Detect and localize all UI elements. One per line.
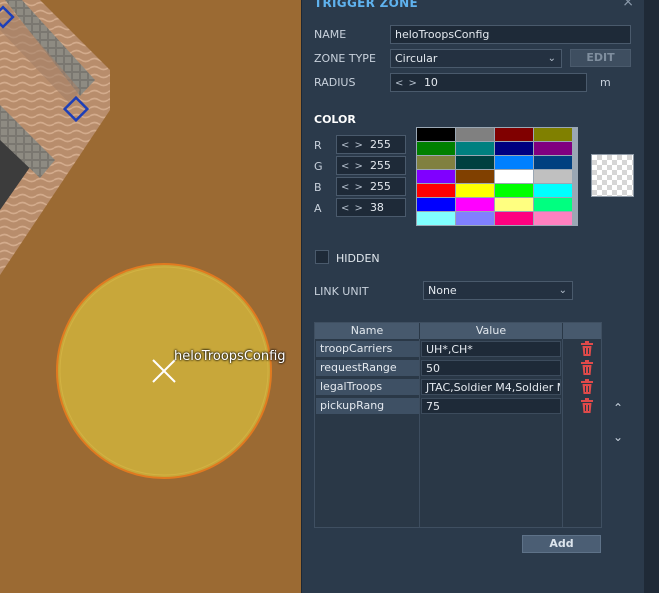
- color-swatch[interactable]: [534, 142, 572, 155]
- color-section-title: COLOR: [314, 113, 356, 126]
- column-header-name: Name: [315, 323, 420, 339]
- color-r-stepper[interactable]: < > 255: [336, 135, 406, 154]
- color-swatch[interactable]: [534, 128, 572, 141]
- trash-icon[interactable]: [580, 379, 594, 394]
- table-row[interactable]: requestRange 50: [315, 359, 601, 376]
- trash-icon[interactable]: [580, 398, 594, 413]
- color-swatch[interactable]: [417, 212, 455, 225]
- color-swatch[interactable]: [456, 198, 494, 211]
- color-swatch[interactable]: [495, 128, 533, 141]
- color-swatch[interactable]: [495, 156, 533, 169]
- hidden-label: HIDDEN: [336, 252, 380, 265]
- color-swatch[interactable]: [456, 170, 494, 183]
- color-swatch[interactable]: [456, 184, 494, 197]
- color-swatch[interactable]: [417, 128, 455, 141]
- row-value-cell[interactable]: 50: [421, 360, 561, 376]
- panel-title: TRIGGER ZONE: [314, 0, 418, 10]
- color-swatch[interactable]: [456, 156, 494, 169]
- radius-stepper[interactable]: < > 10: [390, 73, 587, 92]
- color-a-value: 38: [369, 201, 384, 214]
- color-a-label: A: [314, 202, 322, 215]
- chevron-down-icon: ⌄: [558, 285, 567, 296]
- stepper-arrows-icon[interactable]: < >: [341, 182, 364, 193]
- color-r-label: R: [314, 139, 322, 152]
- row-name-cell[interactable]: legalTroops: [316, 379, 419, 395]
- color-b-stepper[interactable]: < > 255: [336, 177, 406, 196]
- color-swatch[interactable]: [456, 128, 494, 141]
- add-property-button[interactable]: Add: [522, 535, 601, 553]
- color-swatch[interactable]: [495, 142, 533, 155]
- color-a-stepper[interactable]: < > 38: [336, 198, 406, 217]
- color-swatch[interactable]: [417, 156, 455, 169]
- color-swatch[interactable]: [495, 212, 533, 225]
- name-input[interactable]: heloTroopsConfig: [390, 25, 631, 44]
- row-name-cell[interactable]: troopCarriers: [316, 341, 419, 357]
- zone-type-label: ZONE TYPE: [314, 52, 376, 65]
- color-swatch[interactable]: [417, 198, 455, 211]
- trash-icon[interactable]: [580, 341, 594, 356]
- stepper-arrows-icon[interactable]: < >: [341, 140, 364, 151]
- stepper-arrows-icon[interactable]: < >: [341, 203, 364, 214]
- table-header: Name Value: [315, 323, 601, 339]
- color-swatch[interactable]: [417, 142, 455, 155]
- color-swatch[interactable]: [495, 170, 533, 183]
- color-g-stepper[interactable]: < > 255: [336, 156, 406, 175]
- color-swatch[interactable]: [495, 184, 533, 197]
- color-swatch[interactable]: [534, 198, 572, 211]
- color-swatch[interactable]: [456, 142, 494, 155]
- color-swatch[interactable]: [534, 184, 572, 197]
- chevron-down-icon: ⌄: [547, 53, 556, 64]
- color-swatch[interactable]: [534, 170, 572, 183]
- row-value-cell[interactable]: 75: [421, 398, 561, 414]
- name-label: NAME: [314, 28, 347, 41]
- radius-unit: m: [600, 76, 611, 89]
- row-value-cell[interactable]: UH*,CH*: [421, 341, 561, 357]
- zone-type-select[interactable]: Circular ⌄: [390, 49, 562, 68]
- link-unit-select[interactable]: None ⌄: [423, 281, 573, 300]
- edit-button[interactable]: EDIT: [570, 49, 631, 67]
- row-name-cell[interactable]: requestRange: [316, 360, 419, 376]
- zone-type-value: Circular: [395, 52, 438, 65]
- color-swatch[interactable]: [456, 212, 494, 225]
- color-r-value: 255: [369, 138, 391, 151]
- radius-label: RADIUS: [314, 76, 356, 89]
- color-swatch[interactable]: [495, 198, 533, 211]
- color-g-value: 255: [369, 159, 391, 172]
- properties-table: Name Value troopCarriers UH*,CH* request…: [314, 322, 602, 528]
- link-unit-value: None: [428, 284, 457, 297]
- zone-name-label: heloTroopsConfig: [174, 349, 286, 364]
- color-preview: [591, 154, 634, 197]
- color-b-label: B: [314, 181, 322, 194]
- color-swatch[interactable]: [417, 170, 455, 183]
- move-down-icon[interactable]: ⌄: [610, 430, 626, 444]
- row-name-cell[interactable]: pickupRang: [316, 398, 419, 414]
- close-icon[interactable]: ×: [622, 0, 634, 10]
- color-b-value: 255: [369, 180, 391, 193]
- link-unit-label: LINK UNIT: [314, 285, 369, 298]
- table-row[interactable]: pickupRang 75: [315, 397, 601, 414]
- trigger-zone-panel: TRIGGER ZONE × NAME heloTroopsConfig ZON…: [301, 0, 644, 593]
- color-swatch[interactable]: [534, 212, 572, 225]
- color-g-label: G: [314, 160, 323, 173]
- window-edge: [644, 0, 659, 593]
- move-up-icon[interactable]: ⌃: [610, 401, 626, 415]
- table-row[interactable]: troopCarriers UH*,CH*: [315, 340, 601, 357]
- row-value-cell[interactable]: JTAC,Soldier M4,Soldier M249: [421, 379, 561, 395]
- stepper-arrows-icon[interactable]: < >: [341, 161, 364, 172]
- trash-icon[interactable]: [580, 360, 594, 375]
- color-swatch[interactable]: [534, 156, 572, 169]
- hidden-checkbox[interactable]: [315, 250, 329, 264]
- map-canvas[interactable]: [0, 0, 301, 593]
- color-palette: [416, 127, 578, 226]
- map-view[interactable]: heloTroopsConfig: [0, 0, 301, 593]
- table-row[interactable]: legalTroops JTAC,Soldier M4,Soldier M249: [315, 378, 601, 395]
- radius-value: 10: [423, 76, 438, 89]
- column-header-value: Value: [420, 323, 563, 339]
- stepper-arrows-icon[interactable]: < >: [395, 78, 418, 89]
- color-swatch[interactable]: [417, 184, 455, 197]
- column-header-actions: [563, 323, 601, 339]
